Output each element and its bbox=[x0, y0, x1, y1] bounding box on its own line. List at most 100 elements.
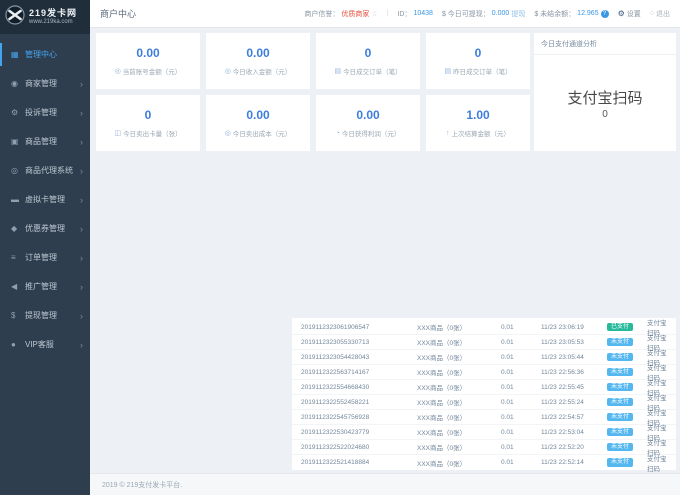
income-icon: ◎ bbox=[225, 67, 231, 75]
sidebar-item-vip-service[interactable]: ● VIP客服 › bbox=[0, 330, 90, 359]
order-amount: 0.01 bbox=[501, 324, 541, 331]
footer: 2019 © 219支付发卡平台. bbox=[90, 473, 680, 495]
promotion-icon: ◀ bbox=[11, 282, 25, 291]
sidebar-item-products[interactable]: ▣ 商品管理 › bbox=[0, 127, 90, 156]
channel-name: 支付宝扫码 bbox=[567, 87, 642, 108]
sidebar-item-withdrawals[interactable]: $ 提现管理 › bbox=[0, 301, 90, 330]
order-time: 11/23 22:54:57 bbox=[541, 414, 607, 421]
table-row: 2019112322522024680 XXX商品（0张） 0.01 11/23… bbox=[292, 440, 676, 455]
topbar: 商户中心 商户信誉： 优质商家 ☆ | ID： 10438 $ 今日可提现： 0… bbox=[90, 0, 680, 28]
sidebar-item-orders[interactable]: ≡ 订单管理 › bbox=[0, 243, 90, 272]
merchant-id: ID： 10438 bbox=[397, 9, 432, 19]
stat-label: 今日卖出成本（元） bbox=[233, 128, 292, 138]
order-number: 2019112322545756928 bbox=[301, 414, 417, 421]
chevron-right-icon: › bbox=[80, 340, 83, 350]
chevron-right-icon: › bbox=[80, 195, 83, 205]
sidebar-item-coupons[interactable]: ◆ 优惠券管理 › bbox=[0, 214, 90, 243]
profit-icon: ◔ bbox=[336, 130, 340, 137]
sidebar-item-label: 优惠券管理 bbox=[25, 223, 80, 234]
order-number: 2019112322552458221 bbox=[301, 399, 417, 406]
chevron-right-icon: › bbox=[80, 166, 83, 176]
sidebar-item-promotion[interactable]: ◀ 推广管理 › bbox=[0, 272, 90, 301]
stat-label: 今日收入金额（元） bbox=[233, 66, 292, 76]
sidebar-item-label: 提现管理 bbox=[25, 310, 80, 321]
sidebar-nav: ▦ 管理中心 ◉ 商家管理 › ⚙ 投诉管理 › ▣ 商品管理 › ◎ 商品代理… bbox=[0, 34, 90, 359]
stat-value: 0.00 bbox=[246, 108, 269, 122]
sidebar-item-product-agent[interactable]: ◎ 商品代理系统 › bbox=[0, 156, 90, 185]
chevron-right-icon: › bbox=[80, 311, 83, 321]
order-amount: 0.01 bbox=[501, 384, 541, 391]
sidebar-item-dashboard[interactable]: ▦ 管理中心 bbox=[0, 40, 90, 69]
order-time: 11/23 22:56:36 bbox=[541, 369, 607, 376]
order-list-icon: ≡ bbox=[11, 253, 25, 262]
reputation-label: 商户信誉： bbox=[304, 9, 339, 19]
main-content: 0.00 ◎ 当前账号金额（元） 0.00 ◎ 今日收入金额（元） 0 ▤ 今日… bbox=[90, 28, 680, 495]
order-number: 2019112322521418884 bbox=[301, 459, 417, 466]
status-badge: 已支付 bbox=[607, 323, 633, 332]
page-title: 商户中心 bbox=[100, 7, 136, 20]
card-icon: ▬ bbox=[11, 195, 25, 204]
unsettled-balance: $ 未结余额： 12.965 ? bbox=[534, 9, 608, 19]
order-time: 11/23 22:52:14 bbox=[541, 459, 607, 466]
logo[interactable]: 219发卡网 www.219ka.com bbox=[0, 0, 90, 34]
status-badge: 未支付 bbox=[607, 383, 633, 392]
sidebar-item-label: 订单管理 bbox=[25, 252, 80, 263]
order-number: 2019112322522024680 bbox=[301, 444, 417, 451]
order-number: 2019112322530423779 bbox=[301, 429, 417, 436]
merchant-icon: ◉ bbox=[11, 79, 25, 88]
table-row: 2019112322530423779 XXX商品（0张） 0.01 11/23… bbox=[292, 425, 676, 440]
bell-icon: ● bbox=[11, 340, 25, 349]
order-time: 11/23 23:05:44 bbox=[541, 354, 607, 361]
id-value: 10438 bbox=[413, 10, 432, 17]
recent-orders-table: 2019112323061906547 XXX商品（0张） 0.01 11/23… bbox=[292, 318, 676, 470]
orders-today-icon: ▤ bbox=[334, 67, 341, 75]
panel-title: 今日支付通道分析 bbox=[534, 33, 676, 55]
divider: | bbox=[387, 10, 389, 17]
stat-value: 0.00 bbox=[356, 108, 379, 122]
stat-label: 今日获得利润（元） bbox=[342, 128, 401, 138]
product-name: XXX商品（0张） bbox=[417, 382, 501, 392]
order-amount: 0.01 bbox=[501, 369, 541, 376]
order-amount: 0.01 bbox=[501, 414, 541, 421]
stat-card-today-profit: 0.00 ◔ 今日获得利润（元） bbox=[316, 95, 420, 151]
status-badge: 未支付 bbox=[607, 428, 633, 437]
withdraw-link[interactable]: 提现 bbox=[511, 9, 525, 19]
product-name: XXX商品（0张） bbox=[417, 352, 501, 362]
sidebar-item-label: 虚拟卡管理 bbox=[25, 194, 80, 205]
order-time: 11/23 22:55:24 bbox=[541, 399, 607, 406]
id-label: ID： bbox=[397, 9, 411, 19]
chevron-right-icon: › bbox=[80, 253, 83, 263]
table-row: 2019112322521418884 XXX商品（0张） 0.01 11/23… bbox=[292, 455, 676, 470]
chevron-right-icon: › bbox=[80, 79, 83, 89]
dashboard-icon: ▦ bbox=[11, 50, 25, 59]
info-icon[interactable]: ? bbox=[601, 10, 609, 18]
status-badge: 未支付 bbox=[607, 353, 633, 362]
order-number: 2019112323061906547 bbox=[301, 324, 417, 331]
withdraw-value: 0.000 bbox=[492, 10, 510, 17]
order-time: 11/23 22:55:45 bbox=[541, 384, 607, 391]
logout-button[interactable]: ○ 退出 bbox=[650, 9, 670, 19]
dollar-icon: $ bbox=[11, 311, 25, 320]
coupon-icon: ◆ bbox=[11, 224, 25, 233]
balance-value: 12.965 bbox=[577, 10, 598, 17]
stat-value: 0.00 bbox=[136, 46, 159, 60]
sidebar-item-virtual-cards[interactable]: ▬ 虚拟卡管理 › bbox=[0, 185, 90, 214]
settings-label: 设置 bbox=[627, 9, 641, 19]
sidebar-item-merchants[interactable]: ◉ 商家管理 › bbox=[0, 69, 90, 98]
stat-card-yesterday-orders: 0 ▤ 昨日成交订单（笔） bbox=[426, 33, 530, 89]
table-row: 2019112322554668430 XXX商品（0张） 0.01 11/23… bbox=[292, 380, 676, 395]
chevron-right-icon: › bbox=[80, 224, 83, 234]
sidebar: 219发卡网 www.219ka.com ▦ 管理中心 ◉ 商家管理 › ⚙ 投… bbox=[0, 0, 90, 495]
stat-value: 0 bbox=[365, 46, 372, 60]
product-name: XXX商品（0张） bbox=[417, 322, 501, 332]
settings-button[interactable]: ⚙ 设置 bbox=[618, 9, 641, 19]
merchant-reputation: 商户信誉： 优质商家 ☆ bbox=[304, 9, 377, 19]
chevron-right-icon: › bbox=[80, 282, 83, 292]
order-time: 11/23 22:52:20 bbox=[541, 444, 607, 451]
balance-label: $ 未结余额： bbox=[534, 9, 575, 19]
cost-icon: ◎ bbox=[225, 129, 231, 137]
status-badge: 未支付 bbox=[607, 458, 633, 467]
sidebar-item-complaints[interactable]: ⚙ 投诉管理 › bbox=[0, 98, 90, 127]
stat-card-last-settlement: 1.00 ↑ 上次结算金额（元） bbox=[426, 95, 530, 151]
payment-channel-link[interactable]: 支付宝扫码 bbox=[647, 453, 667, 473]
